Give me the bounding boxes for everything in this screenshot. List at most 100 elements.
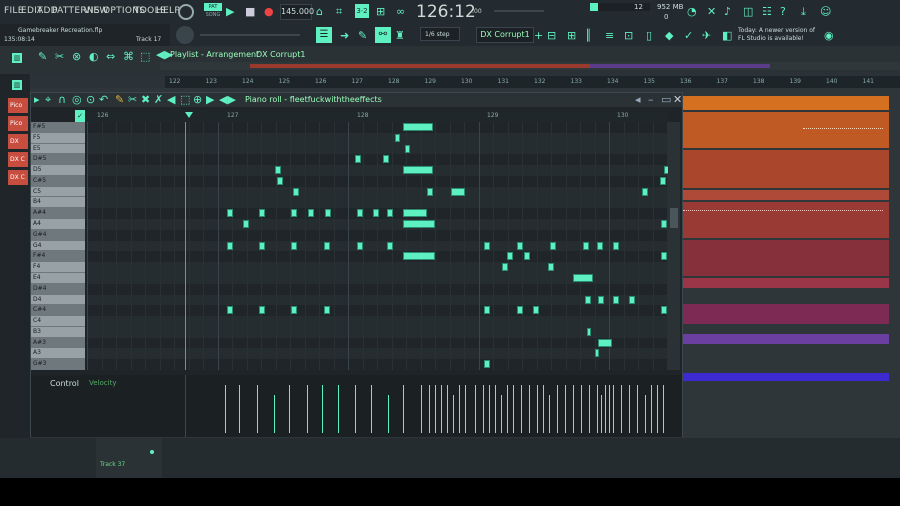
pr-tool-check-icon[interactable]: ✓ (75, 110, 85, 122)
pr-paint-icon[interactable]: ✂ (128, 94, 137, 106)
piano-key[interactable]: C#5 (31, 175, 85, 187)
countdown-toggle[interactable]: 3·2 (355, 4, 369, 18)
mixer-icon[interactable]: ☷ (762, 6, 772, 18)
note[interactable] (259, 209, 265, 218)
pr-glue-icon[interactable]: ⊙ (86, 94, 95, 106)
tool-pencil-icon[interactable]: ✎ (38, 51, 47, 63)
pr-playback-icon[interactable]: ▶ (206, 94, 214, 106)
note[interactable] (395, 133, 400, 142)
velocity-bar[interactable] (475, 385, 476, 433)
velocity-bar[interactable] (501, 395, 502, 433)
pr-vertical-scrollbar[interactable] (668, 122, 680, 370)
info-icon[interactable]: ◧ (722, 30, 732, 42)
tools-icon[interactable]: ✕ (707, 6, 716, 18)
note[interactable] (598, 338, 612, 347)
note[interactable] (597, 241, 603, 250)
note[interactable] (629, 295, 635, 304)
velocity-bar[interactable] (629, 385, 630, 433)
velocity-bar[interactable] (274, 395, 275, 433)
blend-notes-icon[interactable]: ⊞ (376, 6, 385, 18)
note[interactable] (373, 209, 379, 218)
pr-delete-icon[interactable]: ✖ (141, 94, 150, 106)
piano-keyboard[interactable]: F#5 F5 E5 D#5 D5 C#5 C5 B4 A#4 A4 G#4 G4 F#4 F4 E4 D#4 D… (31, 122, 85, 370)
download-icon[interactable]: ⤓ (801, 6, 806, 18)
playlist-overview[interactable] (160, 62, 900, 70)
pr-options-icon[interactable]: ◀▶ (219, 94, 236, 106)
note[interactable] (550, 241, 556, 250)
velocity-bar[interactable] (581, 385, 582, 433)
pr-select-icon[interactable]: ⬚ (180, 94, 190, 106)
tempo-display[interactable]: 145.000 (280, 4, 314, 20)
piano-key[interactable]: A3 (31, 348, 85, 360)
piano-key[interactable]: A#4 (31, 208, 85, 220)
velocity-bar[interactable] (322, 385, 323, 433)
velocity-bar[interactable] (597, 385, 598, 433)
note[interactable] (613, 241, 619, 250)
piano-key[interactable]: C5 (31, 186, 85, 198)
channel-dx[interactable]: DX (8, 134, 28, 149)
piano-key[interactable]: B3 (31, 326, 85, 338)
note[interactable] (507, 252, 513, 261)
note[interactable] (259, 241, 265, 250)
velocity-bar[interactable] (549, 395, 550, 433)
globe-icon[interactable]: ◉ (824, 30, 834, 42)
channel-pico-2[interactable]: Pico (8, 116, 28, 131)
sliders-icon[interactable]: ≡ (605, 30, 614, 42)
pat-toggle[interactable]: PAT (204, 3, 222, 11)
piano-key[interactable]: F#4 (31, 251, 85, 263)
velocity-bar[interactable] (225, 385, 226, 433)
velocity-bar[interactable] (529, 385, 530, 433)
playlist-icon[interactable]: ☰ (316, 27, 332, 43)
velocity-bar[interactable] (489, 385, 490, 433)
piano-key[interactable]: A4 (31, 219, 85, 230)
note[interactable] (275, 166, 281, 175)
note[interactable] (517, 306, 523, 315)
clip-red-2[interactable] (683, 190, 889, 200)
channel-dx-c-1[interactable]: DX C (8, 152, 28, 167)
velocity-bar[interactable] (483, 385, 484, 433)
piano-key[interactable]: E4 (31, 272, 85, 284)
news-line1[interactable]: Today: A newer version of (738, 27, 815, 34)
note[interactable] (227, 209, 233, 218)
velocity-bar[interactable] (239, 385, 240, 433)
note[interactable] (502, 263, 508, 272)
browser-icon[interactable]: ⊡ (624, 30, 633, 42)
play-icon[interactable]: ▶ (226, 6, 234, 18)
note[interactable] (585, 295, 591, 304)
note[interactable] (595, 349, 599, 358)
pr-zoom-icon[interactable]: ⊕ (193, 94, 202, 106)
clip-red-4[interactable] (683, 240, 889, 276)
velocity-bar[interactable] (663, 385, 664, 433)
clip-purple[interactable] (683, 334, 889, 344)
note[interactable] (277, 176, 283, 185)
velocity-bar[interactable] (637, 385, 638, 433)
velocity-bar[interactable] (429, 385, 430, 433)
velocity-bar[interactable] (447, 385, 448, 433)
note[interactable] (403, 252, 435, 261)
velocity-bar[interactable] (557, 385, 558, 433)
note[interactable] (243, 220, 249, 229)
clip-red-1[interactable] (683, 150, 889, 188)
pr-magnet-icon[interactable]: ⌖ (45, 94, 51, 106)
tool-delete-icon[interactable]: ⊗ (72, 51, 81, 63)
pr-undo-icon[interactable]: ↶ (99, 94, 108, 106)
velocity-bar[interactable] (338, 385, 339, 433)
tool-brush-icon[interactable]: ✂ (55, 51, 64, 63)
piano-key[interactable]: C#4 (31, 305, 85, 317)
volume-slider[interactable] (200, 34, 300, 36)
velocity-bar[interactable] (459, 385, 460, 433)
velocity-bar[interactable] (645, 395, 646, 433)
channel-rack-icon[interactable]: ⊟ (547, 30, 556, 42)
note[interactable] (387, 209, 393, 218)
pr-arrow-left-icon[interactable]: ◂ (635, 94, 641, 106)
piano-key[interactable]: F4 (31, 262, 85, 273)
note[interactable] (660, 176, 666, 185)
pr-mute-icon[interactable]: ✗ (154, 94, 163, 106)
velocity-bar[interactable] (307, 385, 308, 433)
note[interactable] (355, 155, 361, 164)
snap-selector[interactable]: 1/6 step (420, 27, 460, 41)
cpu-history-icon[interactable]: ◔ (687, 6, 697, 18)
master-volume-knob[interactable] (178, 4, 194, 20)
note[interactable] (484, 306, 490, 315)
velocity-bar[interactable] (435, 385, 436, 433)
